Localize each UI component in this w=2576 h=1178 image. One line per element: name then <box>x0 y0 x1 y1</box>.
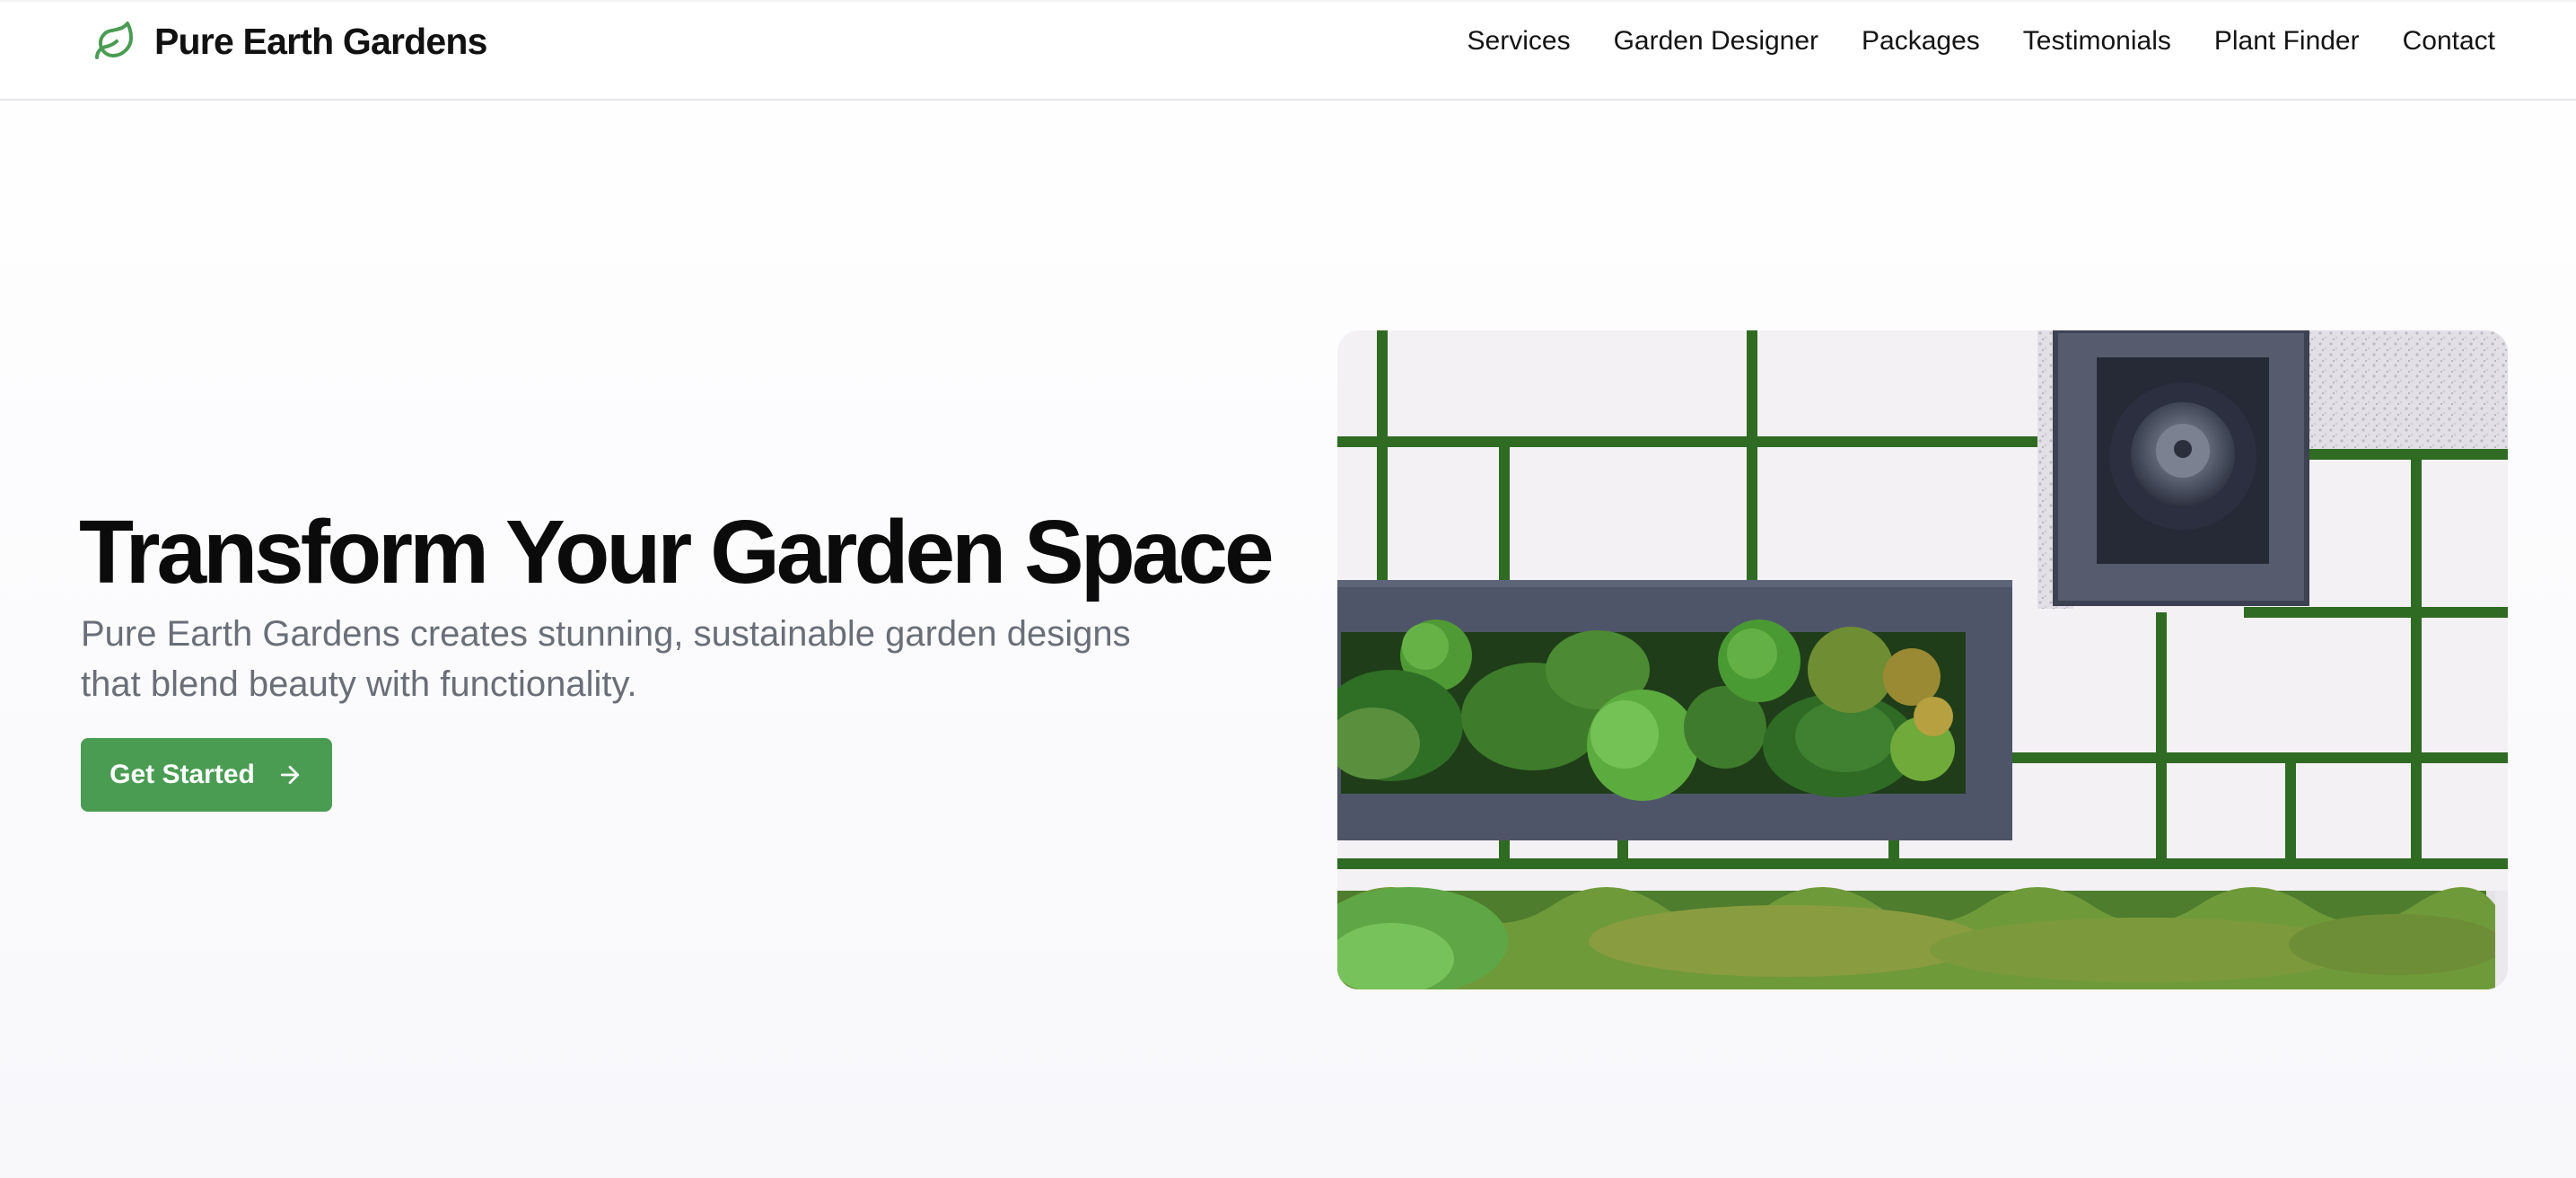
garden-aerial-illustration <box>1337 330 2508 989</box>
nav-link-packages[interactable]: Packages <box>1862 26 1980 57</box>
arrow-right-icon <box>280 765 299 785</box>
get-started-button[interactable]: Get Started <box>81 738 332 812</box>
nav-link-contact[interactable]: Contact <box>2403 26 2495 57</box>
brand-logo-link[interactable]: Pure Earth Gardens <box>93 18 487 65</box>
hero-garden-image <box>1337 330 2508 989</box>
main-nav: Services Garden Designer Packages Testim… <box>1468 20 2495 63</box>
page: Pure Earth Gardens Services Garden Desig… <box>0 0 2576 1178</box>
nav-link-plant-finder[interactable]: Plant Finder <box>2214 26 2360 57</box>
nav-link-services[interactable]: Services <box>1468 26 1571 57</box>
hero-subtitle: Pure Earth Gardens creates stunning, sus… <box>81 614 1131 704</box>
site-header: Pure Earth Gardens Services Garden Desig… <box>0 0 2576 101</box>
hero-title: Transform Your Garden Space <box>79 502 1275 602</box>
nav-link-garden-designer[interactable]: Garden Designer <box>1614 26 1818 57</box>
get-started-label: Get Started <box>110 760 255 789</box>
leaf-icon <box>95 22 133 59</box>
brand-name: Pure Earth Gardens <box>154 20 487 62</box>
nav-link-testimonials[interactable]: Testimonials <box>2023 26 2171 57</box>
